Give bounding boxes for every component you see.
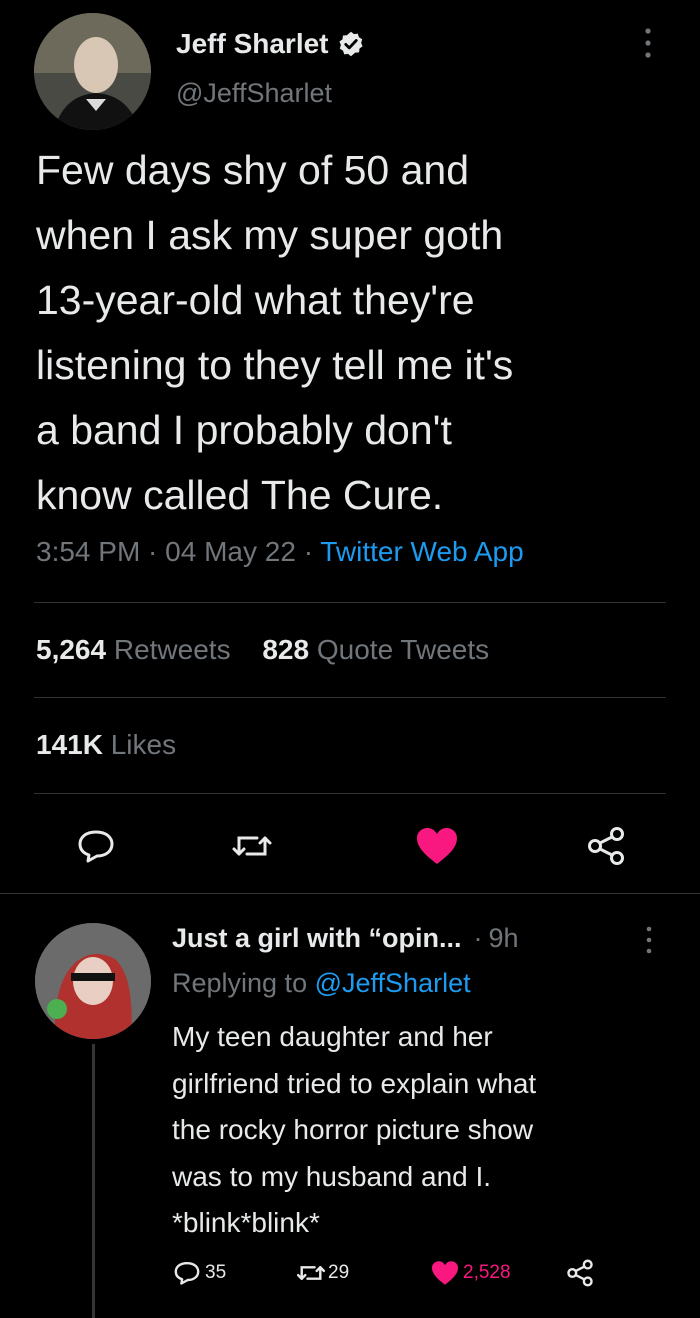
separator: · <box>473 922 483 953</box>
tweet-text: Few days shy of 50 and when I ask my sup… <box>36 138 513 528</box>
reply-text: My teen daughter and her girlfriend trie… <box>172 1014 536 1247</box>
separator: · <box>140 536 166 567</box>
reply-text-line: was to my husband and I. <box>172 1160 492 1192</box>
retweets-count: 5,264 <box>36 634 107 665</box>
reply-likes-count: 2,528 <box>463 1262 511 1283</box>
quotes-label: Quote Tweets <box>316 634 490 665</box>
tweet-source[interactable]: Twitter Web App <box>320 536 523 567</box>
likes-count: 141K <box>36 729 103 760</box>
heart-icon[interactable] <box>414 826 460 866</box>
retweet-icon[interactable] <box>231 828 273 864</box>
reply-text-line: girlfriend tried to explain what <box>172 1067 537 1099</box>
reply-replies-count: 35 <box>205 1262 227 1283</box>
tweet-text-line: Few days shy of 50 and <box>36 147 470 193</box>
divider <box>0 893 700 894</box>
reply-header: Just a girl with “opin... · 9h <box>172 918 519 958</box>
replying-prefix: Replying to <box>172 968 308 998</box>
likes-label: Likes <box>110 729 177 760</box>
reply-text-line: My teen daughter and her <box>172 1021 493 1052</box>
verified-badge-icon <box>337 30 365 58</box>
retweets-stat[interactable]: 5,264 Retweets <box>36 634 231 665</box>
tweet-text-line: when I ask my super goth <box>36 212 504 258</box>
tweet-text-line: a band I probably don't <box>36 407 452 453</box>
share-icon[interactable] <box>586 826 626 866</box>
divider <box>34 602 666 603</box>
retweet-icon <box>296 1260 326 1286</box>
tweet-meta: 3:54 PM · 04 May 22 · Twitter Web App <box>36 536 524 568</box>
reply-like-button[interactable]: 2,528 <box>430 1260 511 1286</box>
tweet-text-line: know called The Cure. <box>36 472 444 518</box>
reply-age[interactable]: 9h <box>489 923 519 954</box>
reply-text-line: *blink*blink* <box>172 1207 320 1238</box>
likes-stat[interactable]: 141K Likes <box>36 729 176 761</box>
reply-author-name[interactable]: Just a girl with “opin... <box>172 923 462 954</box>
share-icon[interactable] <box>566 1259 594 1287</box>
reply-reply-button[interactable]: 35 <box>173 1260 226 1286</box>
retweets-label: Retweets <box>113 634 231 665</box>
replying-handle[interactable]: @JeffSharlet <box>315 968 471 998</box>
tweet-text-line: listening to they tell me it's <box>36 342 514 388</box>
reply-retweets-count: 29 <box>328 1262 350 1283</box>
separator: · <box>295 536 321 567</box>
reply-retweet-button[interactable]: 29 <box>296 1260 349 1286</box>
author-handle[interactable]: @JeffSharlet <box>176 78 332 109</box>
reply-icon[interactable] <box>76 828 116 864</box>
quotes-stat[interactable]: 828 Quote Tweets <box>262 634 489 665</box>
reply-text-line: the rocky horror picture show <box>172 1114 534 1145</box>
divider <box>34 697 666 698</box>
more-vertical-icon[interactable] <box>641 26 655 60</box>
tweet-stats-row: 5,264 Retweets 828 Quote Tweets <box>36 634 489 666</box>
author-name[interactable]: Jeff Sharlet <box>176 28 329 60</box>
tweet-date[interactable]: 04 May 22 <box>165 536 296 567</box>
reply-more-icon[interactable] <box>643 925 655 955</box>
tweet-text-line: 13-year-old what they're <box>36 277 475 323</box>
reply-icon <box>173 1260 201 1286</box>
divider <box>34 793 666 794</box>
tweet-time[interactable]: 3:54 PM <box>36 536 140 567</box>
heart-icon <box>430 1260 460 1286</box>
quotes-count: 828 <box>262 634 310 665</box>
reply-author-avatar[interactable] <box>35 923 151 1039</box>
replying-to: Replying to @JeffSharlet <box>172 968 471 999</box>
thread-line <box>92 1044 95 1318</box>
author-name-row: Jeff Sharlet <box>176 24 365 64</box>
author-avatar[interactable] <box>34 13 151 130</box>
